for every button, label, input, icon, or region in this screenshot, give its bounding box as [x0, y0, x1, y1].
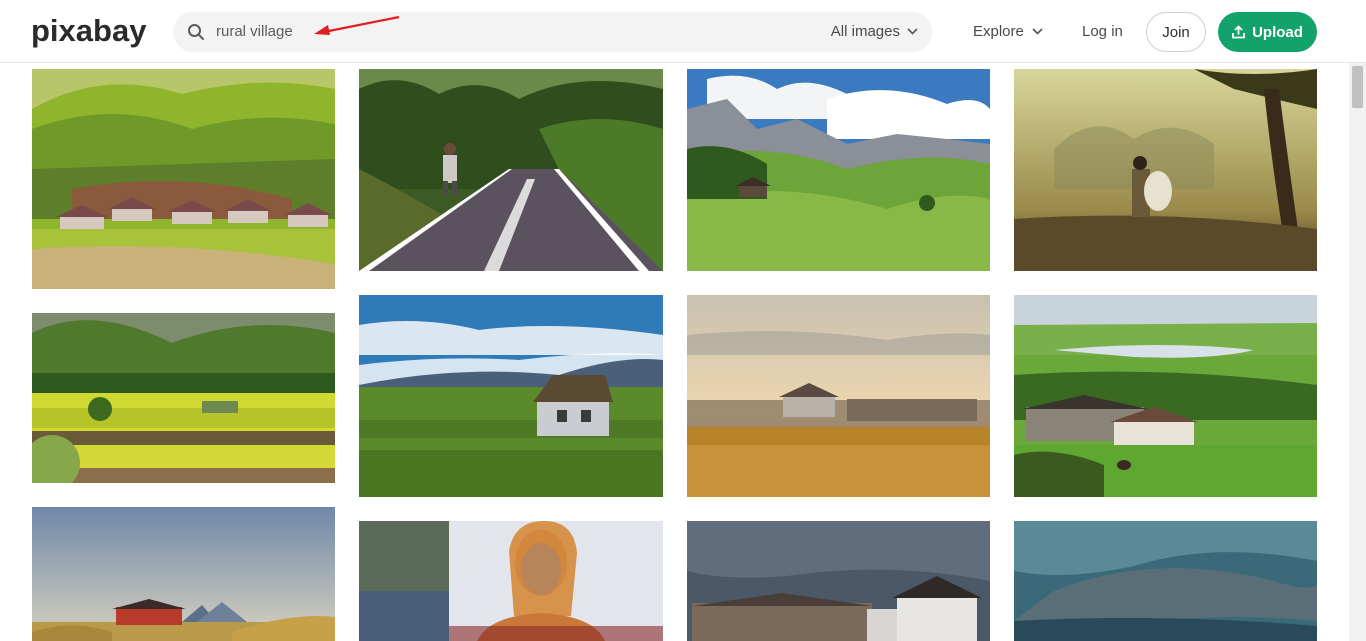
- image-field-stone-house[interactable]: [359, 295, 663, 497]
- search-bar[interactable]: rural village All images: [173, 12, 932, 52]
- search-input[interactable]: rural village: [216, 23, 293, 40]
- upload-button[interactable]: Upload: [1218, 12, 1317, 52]
- top-bar: pixabay rural village All images Explore…: [0, 0, 1366, 63]
- image-misty-field-walker[interactable]: [1014, 69, 1317, 271]
- image-woman-portrait[interactable]: [359, 521, 663, 641]
- chevron-down-icon: [1032, 28, 1043, 35]
- image-red-farmhouse-dusk[interactable]: [32, 507, 335, 641]
- image-stormy-village[interactable]: [687, 521, 990, 641]
- scrollbar-thumb[interactable]: [1352, 66, 1363, 108]
- search-icon: [188, 24, 204, 40]
- image-type-dropdown[interactable]: All images: [831, 23, 918, 40]
- page-scrollbar[interactable]: [1349, 63, 1366, 641]
- explore-menu[interactable]: Explore: [973, 23, 1043, 40]
- image-forest-road-walker[interactable]: [359, 69, 663, 271]
- svg-text:pixabay: pixabay: [31, 13, 147, 48]
- explore-label: Explore: [973, 23, 1024, 40]
- image-alpine-meadow-hut[interactable]: [687, 69, 990, 271]
- image-hillside-cottages[interactable]: [32, 69, 335, 289]
- image-golden-field-farmhouses[interactable]: [687, 295, 990, 497]
- image-green-valley-field[interactable]: [32, 313, 335, 483]
- image-type-label: All images: [830, 23, 900, 40]
- login-link[interactable]: Log in: [1082, 23, 1123, 40]
- chevron-down-icon: [907, 28, 918, 35]
- join-button[interactable]: Join: [1146, 12, 1206, 52]
- pixabay-logo[interactable]: pixabay: [31, 11, 151, 51]
- image-stormy-sky-sea[interactable]: [1014, 521, 1317, 641]
- upload-label: Upload: [1252, 23, 1303, 41]
- image-river-valley-village[interactable]: [1014, 295, 1317, 497]
- upload-icon: [1232, 25, 1245, 39]
- annotation-arrow-icon: [314, 15, 400, 35]
